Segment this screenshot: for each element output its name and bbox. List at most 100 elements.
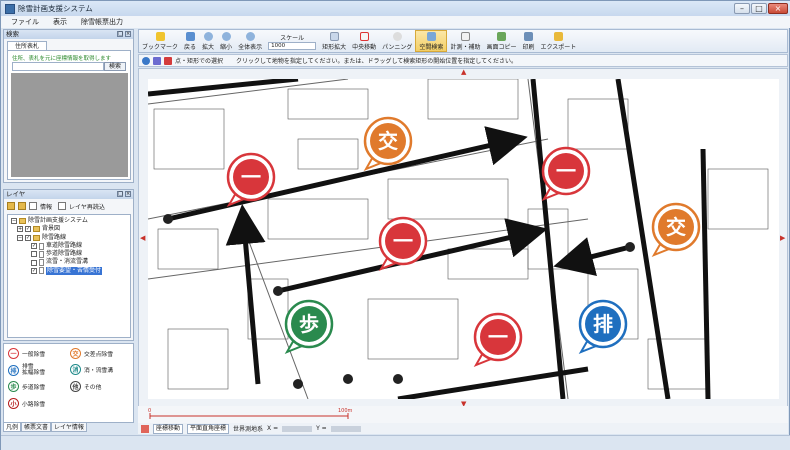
full-extent-button[interactable]: 全体表示 [235,30,265,52]
button-label: 中央移動 [352,43,377,51]
legend-item: 小小路除雪 [8,398,45,409]
route-line [225,204,266,385]
center-move-button[interactable]: 中央移動 [349,30,379,52]
scale-select[interactable]: 1000 [268,41,317,50]
search-button[interactable]: 検索 [104,62,126,71]
info-icon[interactable] [29,202,37,210]
menu-bar: ファイル 表示 除雪帳票出力 [1,16,790,28]
tree-label: 背景図 [42,225,61,233]
button-label: 戻る [184,43,197,51]
legend-label: 小路除雪 [22,402,46,408]
pan-east-arrow[interactable]: ▶ [780,235,785,242]
route-line [148,79,299,97]
search-panel-header: 検索 □ × [4,30,133,39]
bookmark-button[interactable]: ブックマーク [139,30,181,52]
export-button[interactable]: エクスポート [537,30,579,52]
close-button[interactable]: × [768,3,788,14]
tab-report-docs[interactable]: 帳票文書 [21,422,52,432]
layer-checkbox[interactable]: ✓ [25,226,31,233]
tab-address[interactable]: 住所表札 [7,41,47,50]
expand-icon[interactable]: − [17,234,23,241]
expand-icon[interactable]: − [11,218,17,225]
legend-icon: 排 [8,364,19,376]
menu-file[interactable]: ファイル [11,17,39,27]
panel-float-icon[interactable]: □ [117,31,123,37]
map-marker[interactable]: 一 [473,312,523,367]
expand-icon[interactable]: + [17,226,23,233]
zoom-in-button[interactable]: 拡大 [199,30,217,52]
button-label: 縮小 [220,43,233,51]
search-input[interactable] [12,62,104,71]
open-folder-icon[interactable] [7,202,15,210]
zoom-out-button[interactable]: 縮小 [217,30,235,52]
screen-copy-button[interactable]: 画面コピー [483,30,519,52]
pan-button[interactable]: パンニング [379,30,415,52]
legend-icon: 小 [8,398,19,409]
legend-item: 消消・流雪溝 [70,364,113,375]
layer-info-button[interactable]: 情報 [40,202,52,211]
rect-zoom-button[interactable]: 矩形拡大 [319,30,349,52]
measure-icon [460,31,470,41]
layer-checkbox[interactable]: ✓ [31,243,37,250]
folder-icon[interactable] [18,202,26,210]
layer-tree[interactable]: − 除雪計画支援システム + ✓ 背景図 − ✓ 除雪路線 ✓ 車道除雪路線 歩道除雪路線 … [7,214,131,338]
map-marker[interactable]: 交 [651,202,701,257]
print-icon [523,31,533,41]
pan-west-arrow[interactable]: ◀ [140,235,145,242]
layer-checkbox[interactable] [31,251,37,258]
button-label: エクスポート [540,43,577,51]
search-results-list[interactable] [11,73,128,177]
select-mode-icon[interactable] [153,56,161,65]
panel-close-icon[interactable]: × [125,31,131,37]
scale-bar-svg: 0 100m [148,408,353,419]
tab-legend[interactable]: 凡例 [3,422,22,432]
tree-item-background[interactable]: + ✓ 背景図 [11,225,127,233]
tree-item-routes[interactable]: − ✓ 除雪路線 [11,234,127,242]
maximize-button[interactable]: □ [751,3,767,14]
layer-checkbox[interactable]: ✓ [31,267,37,274]
map-canvas[interactable]: 一交一一交歩一排 [148,79,779,399]
marker-glyph: 交 [666,215,686,239]
tab-layer-info[interactable]: レイヤ情報 [51,422,87,432]
tree-root[interactable]: − 除雪計画支援システム [11,217,127,225]
coord-system-select[interactable]: 平面直角座標 [187,423,230,434]
print-button[interactable]: 印刷 [519,30,537,52]
spatial-search-button[interactable]: 空間検索 [415,30,448,52]
menu-view[interactable]: 表示 [53,17,67,27]
x-coord-value [282,425,313,432]
coord-move-button[interactable]: 座標移動 [153,423,184,434]
minimize-button[interactable]: – [734,3,750,14]
panel-close-icon[interactable]: × [125,191,131,197]
layer-checkbox[interactable] [31,259,37,266]
marker-glyph: 一 [556,159,576,183]
layer-checkbox[interactable]: ✓ [25,234,31,241]
back-button[interactable]: 戻る [181,30,199,52]
map-marker[interactable]: 交 [363,116,413,171]
map-marker[interactable]: 一 [541,146,591,201]
map-marker[interactable]: 一 [378,216,428,271]
help-icon[interactable] [164,56,172,65]
search-hint: 住所、表札を元に座標情報を取得します [12,56,112,62]
legend-label: 消・流雪溝 [84,368,113,374]
select-mode-label: 点・矩形での選択 [175,58,224,65]
map-marker[interactable]: 歩 [284,299,334,354]
legend-label: その他 [84,385,102,391]
tree-item-ditch[interactable]: 流雪・消流雪溝 [11,258,127,267]
map-marker[interactable]: 排 [578,299,628,354]
layer-reload-button[interactable]: レイヤ再読込 [69,202,105,211]
tree-item-road[interactable]: ✓ 車道除雪路線 [11,242,127,250]
layer-doc-icon [39,250,44,258]
geodetic-label: 世界測地系 [233,426,264,433]
layer-panel: レイヤ □ × 情報 レイヤ再読込 − 除雪計画支援システム + ✓ 背景図 − ✓ 除雪… [3,189,134,341]
panel-float-icon[interactable]: □ [117,191,123,197]
measure-button[interactable]: 計測・補助 [447,30,483,52]
center-move-icon [359,31,369,41]
button-label: 計測・補助 [450,43,481,51]
map-svg[interactable]: 一交一一交歩一排 [148,79,779,399]
menu-report[interactable]: 除雪帳票出力 [81,17,123,27]
tree-item-requests[interactable]: ✓ 除雪要望・苦情受付 [11,266,127,276]
scale-group: スケール 1000 [265,33,319,50]
pan-north-arrow[interactable]: ▲ [461,69,466,76]
reload-icon[interactable] [58,202,67,210]
tree-label: 車道除雪路線 [46,241,83,249]
